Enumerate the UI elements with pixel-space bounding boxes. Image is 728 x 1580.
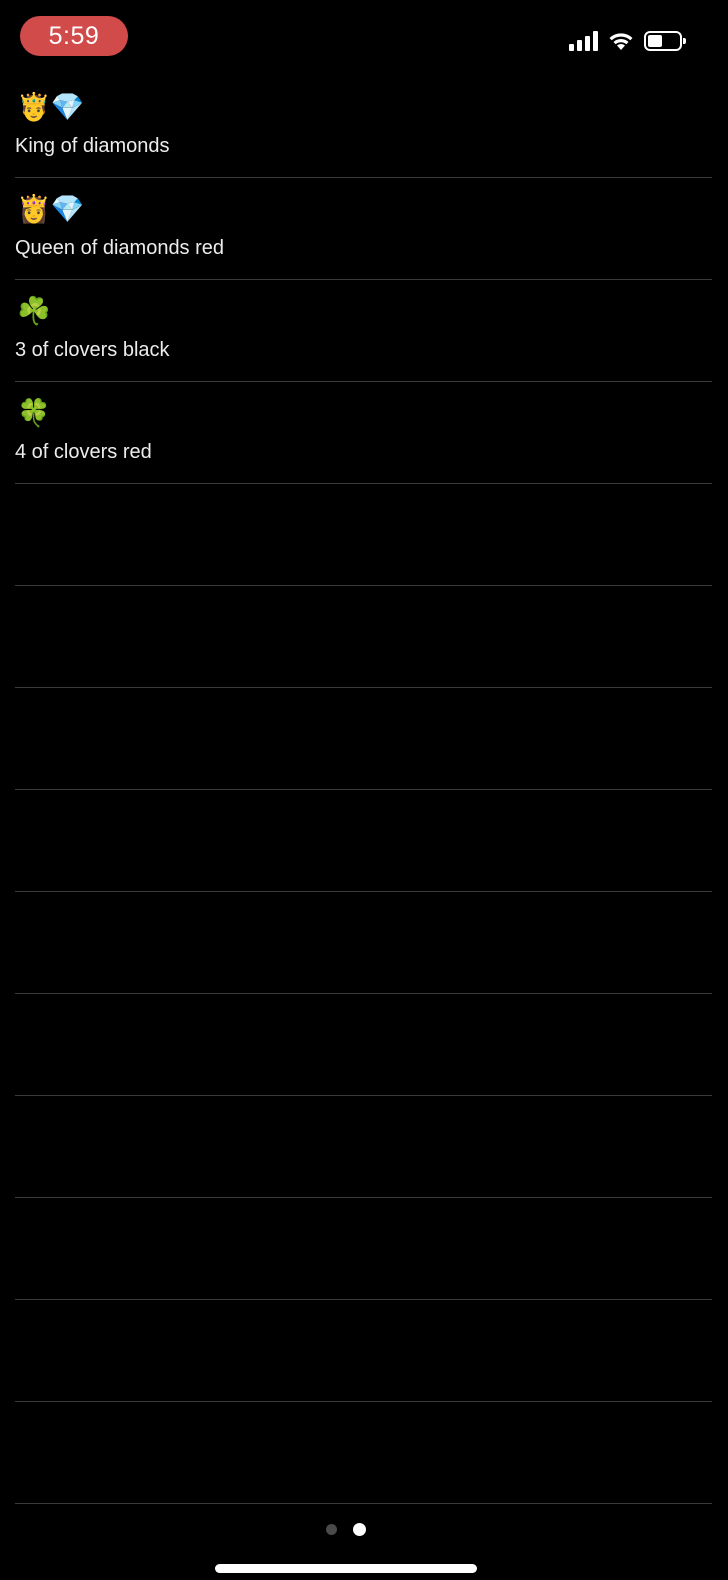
list-item[interactable]: [15, 1300, 712, 1402]
wifi-icon: [609, 33, 633, 50]
cellular-signal-icon: [569, 31, 598, 51]
list-item[interactable]: [15, 1402, 712, 1504]
status-time[interactable]: 5:59: [20, 16, 128, 56]
list-item[interactable]: ☘️ 3 of clovers black: [15, 280, 712, 382]
battery-icon: [644, 31, 686, 51]
list-item-emojis: 👸💎: [17, 194, 85, 225]
list-item[interactable]: [15, 892, 712, 994]
status-bar: 5:59: [0, 0, 728, 70]
card-list: 🤴💎 King of diamonds 👸💎 Queen of diamonds re…: [15, 76, 712, 1504]
list-item-label: 3 of clovers black: [15, 339, 170, 361]
list-item-emojis: ☘️: [17, 296, 51, 327]
list-item[interactable]: [15, 1096, 712, 1198]
list-item[interactable]: [15, 1198, 712, 1300]
list-item[interactable]: [15, 790, 712, 892]
list-item[interactable]: 🍀 4 of clovers red: [15, 382, 712, 484]
status-icons: [569, 28, 686, 54]
list-item-emojis: 🍀: [17, 398, 51, 429]
list-item[interactable]: [15, 484, 712, 586]
list-item[interactable]: [15, 994, 712, 1096]
page-dot-1[interactable]: [326, 1524, 337, 1535]
list-item[interactable]: [15, 688, 712, 790]
page-dot-2[interactable]: [353, 1523, 366, 1536]
list-item-emojis: 🤴💎: [17, 92, 85, 123]
list-item[interactable]: 👸💎 Queen of diamonds red: [15, 178, 712, 280]
home-indicator[interactable]: [215, 1564, 477, 1573]
list-item-label: Queen of diamonds red: [15, 237, 225, 259]
list-item-label: 4 of clovers red: [15, 441, 152, 463]
list-item[interactable]: 🤴💎 King of diamonds: [15, 76, 712, 178]
list-item-label: King of diamonds: [15, 135, 170, 157]
page-indicator[interactable]: [326, 1523, 366, 1536]
list-item[interactable]: [15, 586, 712, 688]
